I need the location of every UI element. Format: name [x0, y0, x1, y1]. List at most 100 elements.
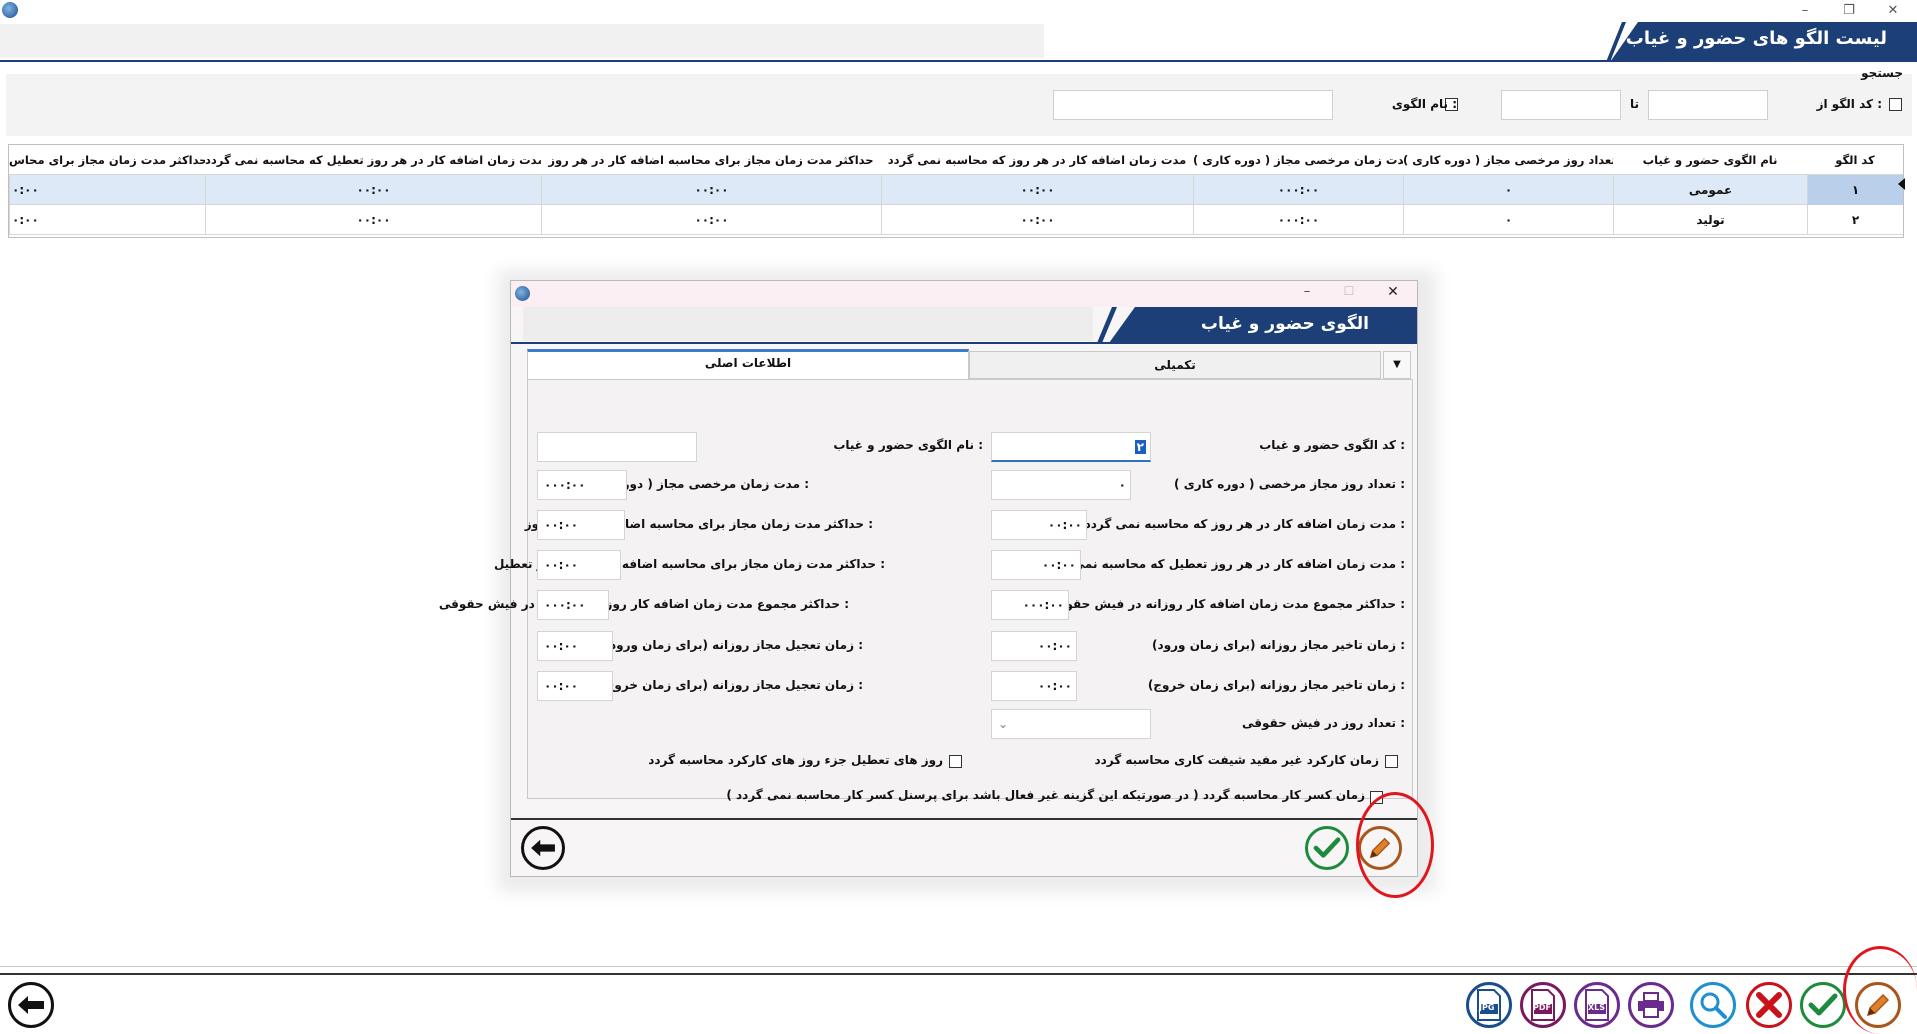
- tab-extra[interactable]: تکمیلی: [969, 351, 1381, 379]
- table-cell[interactable]: ۰:۰۰: [9, 175, 205, 205]
- confirm-button[interactable]: [1800, 982, 1846, 1028]
- table-row[interactable]: ۱ عمومی ۰ ۰۰۰:۰۰ ۰۰:۰۰ ۰۰:۰۰ ۰۰:۰۰ ۰:۰۰: [9, 175, 1903, 205]
- ot-holiday-ignored-input[interactable]: ۰۰:۰۰: [991, 550, 1081, 580]
- delete-button[interactable]: [1746, 982, 1792, 1028]
- leave-days-input[interactable]: ۰: [991, 470, 1131, 500]
- table-cell[interactable]: ۰: [1403, 175, 1613, 205]
- ot-total-payslip-input[interactable]: ۰۰۰:۰۰: [991, 590, 1069, 620]
- code-label: کد الگوی حضور و غیاب :: [1259, 438, 1405, 452]
- early-exit-label: زمان تعجیل مجاز روزانه (برای زمان خروج) …: [600, 678, 863, 692]
- code-input[interactable]: ۲: [991, 432, 1151, 462]
- late-entry-input[interactable]: ۰۰:۰۰: [991, 631, 1077, 661]
- search-icon: [1700, 992, 1727, 1019]
- non-useful-label: زمان کارکرد غیر مفید شیفت کاری محاسبه گر…: [1094, 753, 1379, 767]
- dialog-titlebar: – ☐ ✕: [511, 281, 1417, 307]
- print-button[interactable]: [1628, 982, 1674, 1028]
- column-header[interactable]: تعداد روز مرخصی مجاز ( دوره کاری ): [1403, 145, 1613, 175]
- table-cell[interactable]: ۲: [1807, 205, 1903, 235]
- column-header[interactable]: کد الگو: [1807, 145, 1903, 175]
- dialog-header-gray: [523, 307, 1093, 341]
- holidays-checkbox[interactable]: [949, 755, 962, 768]
- payslip-days-label: تعداد روز در فیش حقوقی :: [1241, 716, 1405, 730]
- table-cell[interactable]: ۰۰:۰۰: [881, 175, 1193, 205]
- column-header[interactable]: نام الگوی حضور و غیاب: [1613, 145, 1807, 175]
- bottom-separator: [0, 966, 1917, 967]
- column-header[interactable]: مدت زمان اضافه کار در هر روز که محاسبه ن…: [881, 145, 1193, 175]
- back-arrow-icon: [531, 839, 555, 857]
- tab-main-info[interactable]: اطلاعات اصلی: [527, 349, 969, 381]
- code-from-label: کد الگو از :: [1816, 97, 1882, 111]
- name-field-label: نام الگوی حضور و غیاب :: [833, 438, 983, 452]
- non-useful-checkbox[interactable]: [1385, 755, 1398, 768]
- search-label: جستجو: [1861, 66, 1903, 80]
- dialog-minimize-button[interactable]: –: [1295, 284, 1319, 299]
- ot-holiday-max-input[interactable]: ۰۰:۰۰: [537, 550, 621, 580]
- table-cell[interactable]: ۱: [1807, 175, 1903, 205]
- window-titlebar: – ❐ ✕: [0, 0, 1917, 24]
- print-icon: [1638, 992, 1664, 1018]
- dialog-close-button[interactable]: ✕: [1381, 284, 1405, 300]
- late-exit-label: زمان تاخیر مجاز روزانه (برای زمان خروج) …: [1147, 678, 1405, 692]
- to-label: تا: [1630, 97, 1640, 111]
- column-header[interactable]: حداکثر مدت زمان مجاز برای محاسبه اضافه ک…: [541, 145, 881, 175]
- chevron-down-icon: ▼: [1393, 359, 1401, 370]
- early-exit-input[interactable]: ۰۰:۰۰: [537, 671, 613, 701]
- table-cell[interactable]: ۰۰:۰۰: [541, 175, 881, 205]
- chevron-down-icon: ⌄: [998, 717, 1009, 731]
- dialog-header-divider: [511, 342, 1417, 344]
- table-cell[interactable]: ۰: [1403, 205, 1613, 235]
- ot-daily-ignored-input[interactable]: ۰۰:۰۰: [991, 510, 1087, 540]
- table-cell[interactable]: ۰۰۰:۰۰: [1193, 175, 1403, 205]
- code-from-input[interactable]: [1648, 90, 1768, 120]
- app-logo-icon: [515, 286, 530, 301]
- dialog-title: الگوی حضور و غیاب: [1200, 314, 1369, 334]
- back-arrow-icon: [18, 996, 44, 1014]
- column-header[interactable]: حداکثر مدت زمان مجاز برای محاس: [9, 145, 205, 175]
- table-cell[interactable]: عمومی: [1613, 175, 1807, 205]
- early-entry-input[interactable]: ۰۰:۰۰: [537, 631, 613, 661]
- column-header[interactable]: مدت زمان مرخصی مجاز ( دوره کاری ): [1193, 145, 1403, 175]
- dialog-confirm-button[interactable]: [1305, 826, 1349, 870]
- patterns-table: کد الگو نام الگوی حضور و غیاب تعداد روز …: [8, 144, 1904, 238]
- table-cell[interactable]: ۰۰۰:۰۰: [1193, 205, 1403, 235]
- ot-total-payslip-label: حداکثر مجموع مدت زمان اضافه کار روزانه د…: [1045, 597, 1405, 611]
- restore-button[interactable]: ❐: [1834, 0, 1864, 24]
- row-indicator-icon: [1898, 178, 1905, 190]
- column-header[interactable]: مدت زمان اضافه کار در هر روز تعطیل که مح…: [205, 145, 541, 175]
- table-cell[interactable]: ۰۰:۰۰: [205, 175, 541, 205]
- table-cell[interactable]: ۰:۰۰: [9, 205, 205, 235]
- code-filter-checkbox[interactable]: [1889, 98, 1902, 111]
- tab-dropdown-button[interactable]: ▼: [1383, 351, 1411, 379]
- leave-time-input[interactable]: ۰۰۰:۰۰: [537, 470, 627, 500]
- table-cell[interactable]: ۰۰:۰۰: [541, 205, 881, 235]
- minimize-button[interactable]: –: [1790, 0, 1820, 24]
- search-panel: [6, 74, 1912, 136]
- dialog-footer-divider: [511, 818, 1417, 820]
- jpg-icon-label: JPG: [1479, 1003, 1495, 1012]
- code-to-input[interactable]: [1501, 90, 1621, 120]
- table-cell[interactable]: تولید: [1613, 205, 1807, 235]
- ot-holiday-ignored-label: مدت زمان اضافه کار در هر روز تعطیل که مح…: [1041, 557, 1405, 571]
- back-button[interactable]: [8, 982, 54, 1028]
- name-label: نام الگوی :: [1391, 97, 1457, 111]
- payslip-days-select[interactable]: ⌄: [991, 709, 1151, 739]
- late-exit-input[interactable]: ۰۰:۰۰: [991, 671, 1077, 701]
- xls-icon-label: XLS: [1588, 1003, 1606, 1012]
- table-row[interactable]: ۲ تولید ۰ ۰۰۰:۰۰ ۰۰:۰۰ ۰۰:۰۰ ۰۰:۰۰ ۰:۰۰: [9, 205, 1903, 235]
- dialog-maximize-button[interactable]: ☐: [1337, 284, 1361, 298]
- pdf-icon-label: PDF: [1533, 1003, 1551, 1012]
- ot-total-holiday-payslip-input[interactable]: ۰۰۰:۰۰: [537, 590, 609, 620]
- search-button[interactable]: [1690, 982, 1736, 1028]
- ot-daily-max-input[interactable]: ۰۰:۰۰: [537, 510, 625, 540]
- name-search-input[interactable]: [1053, 90, 1333, 120]
- dialog-back-button[interactable]: [521, 826, 565, 870]
- ot-total-holiday-payslip-label: حداکثر مجموع مدت زمان اضافه کار روزهای ت…: [438, 597, 849, 611]
- code-input-value: ۲: [1134, 440, 1146, 454]
- close-button[interactable]: ✕: [1878, 0, 1908, 24]
- table-cell[interactable]: ۰۰:۰۰: [881, 205, 1193, 235]
- tab-main-info-label: اطلاعات اصلی: [704, 356, 792, 370]
- pattern-dialog: – ☐ ✕ الگوی حضور و غیاب اطلاعات اصلی تکم…: [439, 280, 1418, 877]
- header-divider: [0, 60, 1917, 62]
- name-input[interactable]: [537, 432, 697, 462]
- table-cell[interactable]: ۰۰:۰۰: [205, 205, 541, 235]
